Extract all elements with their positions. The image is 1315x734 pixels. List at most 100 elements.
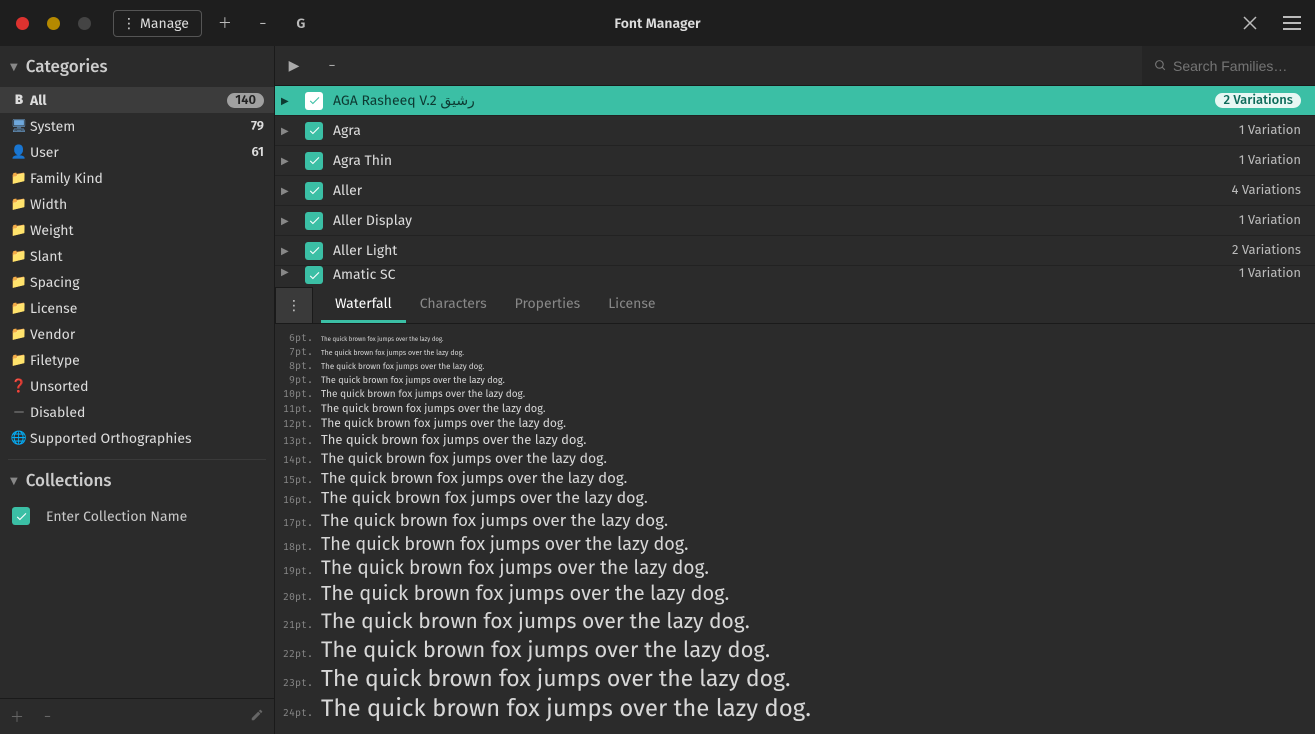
- waterfall-sample-text: The quick brown fox jumps over the lazy …: [321, 582, 729, 606]
- categories-header[interactable]: ▼ Categories: [0, 46, 274, 83]
- window-controls: [8, 17, 99, 30]
- category-count: 61: [252, 145, 264, 160]
- font-family-row[interactable]: ▶Agra Thin1 Variation: [275, 146, 1315, 176]
- waterfall-line: 11pt.The quick brown fox jumps over the …: [275, 402, 1315, 417]
- category-icon: 🌐: [8, 431, 30, 446]
- category-icon: 🖥: [8, 119, 30, 134]
- close-window-icon[interactable]: [16, 17, 29, 30]
- maximize-window-icon[interactable]: [78, 17, 91, 30]
- waterfall-size-label: 22pt.: [275, 648, 321, 660]
- tab-waterfall[interactable]: Waterfall: [321, 287, 406, 323]
- expand-icon[interactable]: ▶: [281, 155, 295, 167]
- expand-icon[interactable]: ▶: [281, 185, 295, 197]
- font-name: AGA Rasheeq V.2 رشيق: [333, 92, 1205, 109]
- checkbox-icon[interactable]: [305, 152, 323, 170]
- font-family-row[interactable]: ▶Aller Display1 Variation: [275, 206, 1315, 236]
- waterfall-sample-text: The quick brown fox jumps over the lazy …: [321, 348, 464, 357]
- category-item[interactable]: ❓Unsorted: [0, 373, 274, 399]
- add-button[interactable]: ＋: [210, 8, 240, 38]
- minimize-window-icon[interactable]: [47, 17, 60, 30]
- category-icon: 📁: [8, 327, 30, 342]
- checkbox-icon[interactable]: [305, 242, 323, 260]
- waterfall-line: 16pt.The quick brown fox jumps over the …: [275, 489, 1315, 510]
- category-item[interactable]: 📁Family Kind: [0, 165, 274, 191]
- collections-header[interactable]: ▼ Collections: [0, 460, 274, 497]
- manage-label: Manage: [140, 15, 189, 32]
- waterfall-sample-text: The quick brown fox jumps over the lazy …: [321, 376, 505, 386]
- category-item[interactable]: —Disabled: [0, 399, 274, 425]
- waterfall-sample-text: The quick brown fox jumps over the lazy …: [321, 469, 627, 487]
- waterfall-sample-text: The quick brown fox jumps over the lazy …: [321, 363, 484, 372]
- search-input[interactable]: [1173, 58, 1303, 74]
- waterfall-sample-text: The quick brown fox jumps over the lazy …: [321, 695, 811, 723]
- expand-icon[interactable]: ▶: [281, 245, 295, 257]
- content-area: ▶ − ▶AGA Rasheeq V.2 رشيق2 Variations▶Ag…: [275, 46, 1315, 734]
- waterfall-line: 7pt.The quick brown fox jumps over the l…: [275, 346, 1315, 360]
- font-family-row[interactable]: ▶Aller Light2 Variations: [275, 236, 1315, 266]
- category-count: 79: [251, 119, 264, 134]
- checkbox-icon[interactable]: [305, 266, 323, 284]
- expand-icon[interactable]: ▶: [281, 215, 295, 227]
- category-item[interactable]: 📁Vendor: [0, 321, 274, 347]
- category-item[interactable]: 🌐Supported Orthographies: [0, 425, 274, 451]
- expand-icon[interactable]: ▶: [281, 95, 295, 107]
- waterfall-size-label: 13pt.: [275, 435, 321, 447]
- variation-count: 1 Variation: [1239, 123, 1301, 138]
- expand-icon[interactable]: ▶: [281, 266, 295, 278]
- font-name: Aller Light: [333, 242, 1222, 259]
- waterfall-preview: 6pt.The quick brown fox jumps over the l…: [275, 324, 1315, 734]
- checkbox-icon[interactable]: [305, 182, 323, 200]
- font-family-row[interactable]: ▶AGA Rasheeq V.2 رشيق2 Variations: [275, 86, 1315, 116]
- checkbox-icon[interactable]: [305, 212, 323, 230]
- waterfall-size-label: 15pt.: [275, 474, 321, 486]
- waterfall-line: 18pt.The quick brown fox jumps over the …: [275, 533, 1315, 557]
- waterfall-sample-text: The quick brown fox jumps over the lazy …: [321, 450, 607, 467]
- checkbox-icon[interactable]: [12, 507, 30, 525]
- glyph-button[interactable]: G: [286, 8, 316, 38]
- tools-icon[interactable]: [1235, 8, 1265, 38]
- checkbox-icon[interactable]: [305, 92, 323, 110]
- collapse-icon: ▼: [10, 475, 18, 487]
- expand-all-icon[interactable]: ▶: [275, 51, 313, 81]
- collection-item[interactable]: Enter Collection Name: [0, 501, 274, 531]
- waterfall-sample-text: The quick brown fox jumps over the lazy …: [321, 665, 791, 693]
- category-item[interactable]: 📁Slant: [0, 243, 274, 269]
- font-family-row[interactable]: ▶Amatic SC1 Variation: [275, 266, 1315, 284]
- font-family-row[interactable]: ▶Aller4 Variations: [275, 176, 1315, 206]
- category-item[interactable]: 📁Spacing: [0, 269, 274, 295]
- waterfall-size-label: 19pt.: [275, 565, 321, 577]
- category-label: Width: [30, 196, 264, 213]
- hamburger-menu-icon[interactable]: [1277, 8, 1307, 38]
- category-label: Slant: [30, 248, 264, 265]
- waterfall-size-label: 21pt.: [275, 619, 321, 631]
- category-label: Disabled: [30, 404, 264, 421]
- category-item[interactable]: 👤User61: [0, 139, 274, 165]
- category-label: Filetype: [30, 352, 264, 369]
- waterfall-size-label: 12pt.: [275, 418, 321, 430]
- checkbox-icon[interactable]: [305, 122, 323, 140]
- collapse-all-icon[interactable]: −: [313, 51, 351, 81]
- category-count: 140: [227, 93, 264, 108]
- category-item[interactable]: 📁Filetype: [0, 347, 274, 373]
- search-box[interactable]: [1142, 46, 1315, 85]
- category-item[interactable]: 📁License: [0, 295, 274, 321]
- tab-license[interactable]: License: [594, 287, 669, 323]
- remove-collection-icon[interactable]: −: [44, 708, 51, 725]
- waterfall-size-label: 14pt.: [275, 454, 321, 466]
- tab-characters[interactable]: Characters: [406, 287, 501, 323]
- collections-label: Collections: [26, 470, 112, 491]
- waterfall-sample-text: The quick brown fox jumps over the lazy …: [321, 417, 566, 431]
- add-collection-icon[interactable]: ＋: [10, 707, 24, 727]
- expand-icon[interactable]: ▶: [281, 125, 295, 137]
- sidebar: ▼ Categories BAll140🖥System79👤User61📁Fam…: [0, 46, 275, 734]
- manage-button[interactable]: ⋮ Manage: [113, 10, 202, 37]
- remove-button[interactable]: −: [248, 8, 278, 38]
- category-item[interactable]: 📁Width: [0, 191, 274, 217]
- category-item[interactable]: 🖥System79: [0, 113, 274, 139]
- tab-properties[interactable]: Properties: [501, 287, 595, 323]
- category-item[interactable]: BAll140: [0, 87, 274, 113]
- edit-icon[interactable]: [250, 708, 264, 726]
- tab-menu-icon[interactable]: ⋮: [275, 287, 313, 323]
- category-item[interactable]: 📁Weight: [0, 217, 274, 243]
- font-family-row[interactable]: ▶Agra1 Variation: [275, 116, 1315, 146]
